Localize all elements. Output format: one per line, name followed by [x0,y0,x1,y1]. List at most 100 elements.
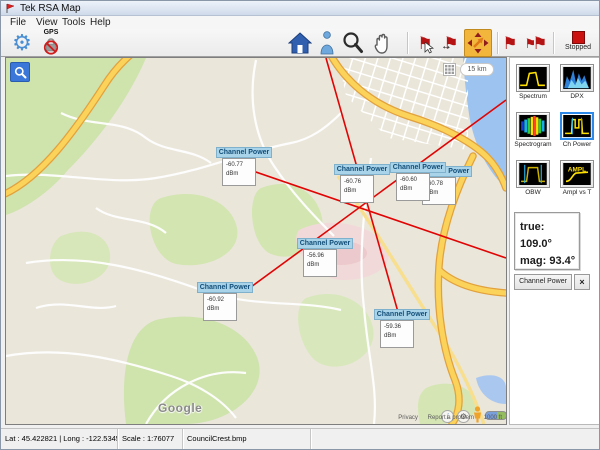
measure-line [250,170,506,258]
stop-acquisition-button[interactable]: Stopped [557,31,599,52]
map-container: Channel Power -60.78 dBm Channel Power -… [5,57,507,425]
privacy-link[interactable]: Privacy [398,415,418,421]
gps-lock-icon [42,36,60,55]
tool-label: Spectrum [512,92,554,101]
ampl-vs-t-icon: AMPL [563,163,591,185]
channel-power-callout[interactable]: Channel Power -60.77 dBm [216,147,286,158]
status-lat-long: Lat : 45.422821 | Long : -122.534502 [1,429,118,450]
map-attribution: Privacy Report a problem 1000 ft [390,415,502,421]
gps-label: GPS [44,29,59,36]
tool-dpx[interactable]: DPX [556,64,598,101]
callout-value: -60.60 [400,177,417,183]
report-problem-link[interactable]: Report a problem [428,415,474,421]
toolbar: ⚙ GPS [1,29,599,57]
status-scale: Scale : 1:76077 [118,429,183,450]
app-window: Tek RSA Map File View Tools Help ⚙ GPS [0,0,600,450]
walk-measure-tool-selected[interactable] [464,29,492,57]
map-search-button[interactable] [10,62,30,82]
spectrogram-icon [519,115,547,137]
tool-label: Ch Power [556,140,598,149]
move-marker-tool[interactable]: ⚑ ↔ [439,30,463,56]
zoom-tool-button[interactable] [341,30,365,56]
window-title: Tek RSA Map [20,3,81,14]
status-empty [311,429,600,450]
grid-icon [445,65,454,74]
dpx-icon [563,67,591,89]
scale-ruler-label: 1000 ft [484,415,502,421]
settings-button[interactable]: ⚙ [9,30,35,56]
true-bearing: true: 109.0° [520,219,579,253]
callout-title: Channel Power [334,164,390,175]
status-filename: CouncilCrest.bmp [183,429,311,450]
callout-title: Channel Power [197,282,253,293]
four-direction-arrows-icon [467,32,489,54]
arrows-icon: ↔ [441,40,452,52]
cursor-icon [424,42,434,54]
map-distance-pill: 15 km [460,63,494,76]
stopped-label: Stopped [557,44,599,52]
callout-unit: dBm [207,306,219,312]
tool-spectrum[interactable]: Spectrum [512,64,554,101]
callout-value: -60.77 [226,162,243,168]
toolbar-separator [497,32,498,54]
tool-obw[interactable]: OBW [512,160,554,197]
channel-power-callout[interactable]: Channel Power -60.92 dBm [197,282,267,293]
add-flag-button[interactable]: ⚑ [501,30,519,56]
google-logo: Google [158,401,202,415]
tab-channel-power[interactable]: Channel Power [514,274,572,290]
streetview-person-button[interactable] [318,30,336,56]
callout-unit: dBm [307,262,319,268]
status-bar: Lat : 45.422821 | Long : -122.534502 Sca… [1,428,599,449]
callout-title: Channel Power [374,309,430,320]
search-icon [14,66,27,79]
tool-ch-power[interactable]: Ch Power [556,112,598,149]
tool-label: Ampl vs T [556,188,598,197]
obw-icon [519,163,547,185]
app-icon [5,3,15,13]
magnifier-icon [342,31,364,55]
callout-unit: dBm [344,188,356,194]
callout-unit: dBm [226,171,238,177]
callout-value: -60.92 [207,297,224,303]
measurement-lines [6,58,506,424]
gear-icon: ⚙ [12,32,32,54]
toolbar-separator [407,32,408,54]
title-bar: Tek RSA Map [1,1,599,16]
select-marker-tool[interactable]: ⚑ [413,30,437,56]
channel-power-callout[interactable]: Channel Power -56.96 dBm [297,238,367,249]
callout-unit: dBm [400,186,412,192]
close-icon[interactable]: × [574,274,590,290]
measure-line [251,100,506,287]
bearing-readout: true: 109.0° mag: 93.4° [514,212,580,270]
tool-spectrogram[interactable]: Spectrogram [512,112,554,149]
channel-power-callout[interactable]: Channel Power -59.36 dBm [374,309,444,320]
stop-square-icon [572,31,585,44]
callout-title: Channel Power [297,238,353,249]
ch-power-icon [563,115,591,137]
callout-value: -60.76 [344,179,361,185]
home-button[interactable] [287,31,313,55]
gps-lock-button[interactable]: GPS [37,26,65,58]
tool-label: DPX [556,92,598,101]
channel-power-callout[interactable]: Channel Power -60.76 dBm [334,164,404,175]
map-canvas[interactable]: Channel Power -60.78 dBm Channel Power -… [6,58,506,424]
callout-value: -59.36 [384,324,401,330]
callout-value: -56.96 [307,253,324,259]
callout-unit: dBm [384,333,396,339]
tool-label: OBW [512,188,554,197]
callout-title: Channel Power [216,147,272,158]
map-layers-button[interactable] [443,63,456,76]
pan-tool-button[interactable] [369,29,399,57]
flag-icon: ⚑ [532,35,547,52]
menu-file[interactable]: File [7,16,29,29]
home-icon [288,32,312,54]
show-all-flags-button[interactable]: ⚑ ⚑ [521,30,551,56]
hand-icon [371,30,397,56]
mag-bearing: mag: 93.4° [520,253,579,270]
menu-bar: File View Tools Help [1,16,599,29]
flag-icon: ⚑ [502,35,517,52]
menu-help[interactable]: Help [87,16,114,29]
tool-ampl-vs-t[interactable]: AMPL Ampl vs T [556,160,598,197]
tool-label: Spectrogram [512,140,554,149]
measurement-sidebar: Spectrum DPX [509,57,600,425]
